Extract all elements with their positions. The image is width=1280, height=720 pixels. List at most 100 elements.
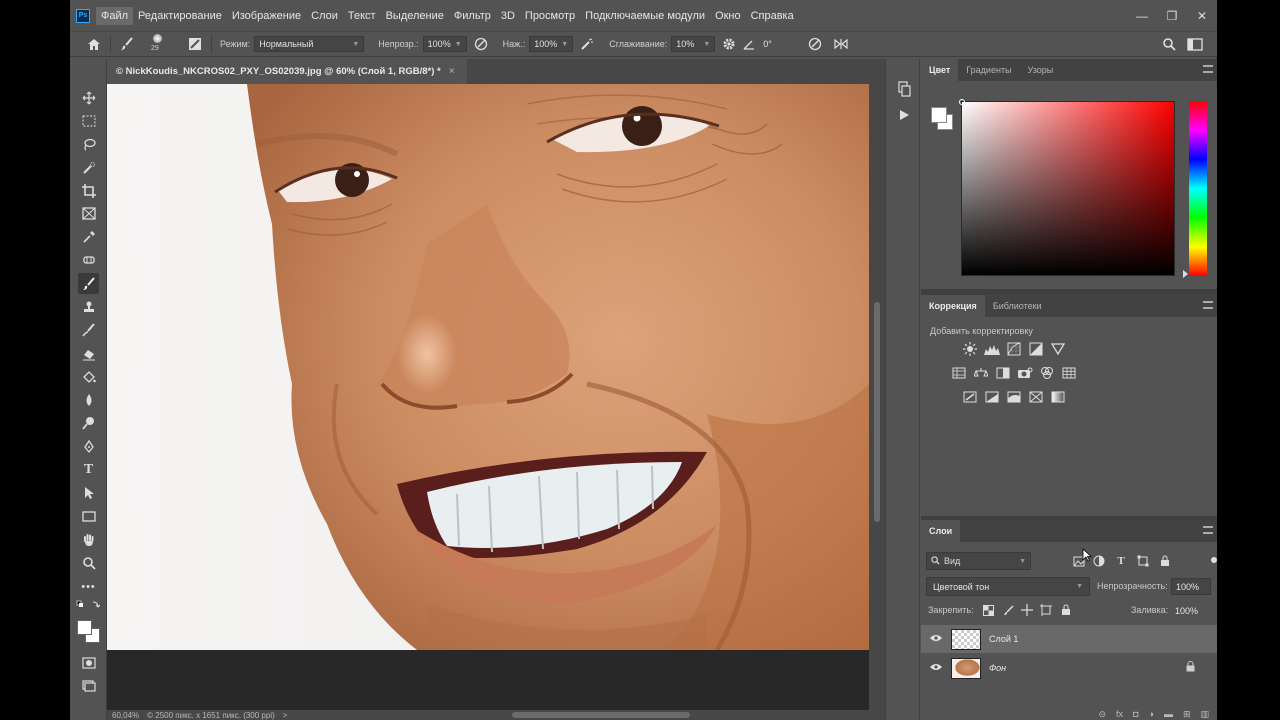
tab-layers[interactable]: Слои (921, 520, 961, 542)
foreground-color-swatch[interactable] (77, 620, 92, 635)
black-white-icon[interactable] (994, 364, 1012, 382)
menu-file[interactable]: Файл (96, 6, 134, 25)
search-icon[interactable] (1159, 34, 1179, 54)
link-icon[interactable]: ⊝ (1099, 709, 1107, 720)
tab-libraries[interactable]: Библиотеки (985, 295, 1050, 317)
marquee-tool-icon[interactable] (78, 110, 99, 131)
clone-stamp-tool-icon[interactable] (78, 296, 99, 317)
lock-icon[interactable] (1186, 661, 1195, 675)
symmetry-icon[interactable] (831, 34, 851, 54)
airbrush-icon[interactable] (577, 34, 597, 54)
layer-opacity-field[interactable]: 100% (1171, 578, 1211, 595)
pressure-opacity-icon[interactable] (471, 34, 491, 54)
menu-window[interactable]: Окно (710, 7, 746, 25)
move-tool-icon[interactable] (78, 87, 99, 108)
close-window-button[interactable]: ✕ (1187, 0, 1217, 31)
lasso-tool-icon[interactable] (78, 133, 99, 154)
eyedropper-tool-icon[interactable] (78, 226, 99, 247)
tab-color[interactable]: Цвет (921, 59, 959, 81)
screen-mode-icon[interactable] (78, 675, 99, 696)
home-icon[interactable] (84, 34, 104, 54)
blur-tool-icon[interactable] (78, 389, 99, 410)
frame-tool-icon[interactable] (78, 203, 99, 224)
canvas-area[interactable] (107, 84, 869, 710)
history-brush-tool-icon[interactable] (78, 319, 99, 340)
document-tab[interactable]: © NickKoudis_NKCROS02_PXY_OS02039.jpg @ … (107, 59, 467, 84)
layer-row-background[interactable]: Фон (921, 654, 1217, 682)
levels-icon[interactable] (983, 340, 1001, 358)
photo-canvas[interactable] (107, 84, 869, 650)
healing-brush-tool-icon[interactable] (78, 249, 99, 270)
path-selection-tool-icon[interactable] (78, 482, 99, 503)
selective-color-icon[interactable] (1027, 388, 1045, 406)
layer-row-layer1[interactable]: Слой 1 (921, 625, 1217, 653)
eye-icon[interactable] (929, 634, 943, 645)
opacity-field[interactable]: 100% ▼ (422, 36, 467, 52)
status-menu-arrow[interactable]: > (283, 711, 288, 720)
gradient-map-icon[interactable] (1049, 388, 1067, 406)
channel-mixer-icon[interactable] (1038, 364, 1056, 382)
lock-transparency-icon[interactable] (981, 603, 995, 617)
mask-icon[interactable]: ◘ (1133, 709, 1138, 720)
menu-filter[interactable]: Фильтр (449, 7, 496, 25)
layer-filter-select[interactable]: Вид ▼ (926, 552, 1031, 570)
brush-tool-preset-icon[interactable] (117, 34, 137, 54)
lock-position-icon[interactable] (1020, 603, 1034, 617)
crop-tool-icon[interactable] (78, 180, 99, 201)
menu-layer[interactable]: Слои (306, 7, 343, 25)
lock-pixels-icon[interactable] (1001, 603, 1015, 617)
panel-menu-icon[interactable] (1203, 301, 1213, 309)
smoothing-field[interactable]: 10% ▼ (671, 36, 716, 52)
menu-view[interactable]: Просмотр (520, 7, 580, 25)
workspace-icon[interactable] (1185, 34, 1205, 54)
horizontal-scroll-thumb[interactable] (512, 712, 690, 718)
close-tab-icon[interactable]: × (449, 66, 455, 77)
hue-saturation-icon[interactable] (950, 364, 968, 382)
tab-adjustments[interactable]: Коррекция (921, 295, 985, 317)
fill-field[interactable]: 100% (1171, 602, 1211, 619)
filter-toggle[interactable] (1211, 557, 1217, 563)
panel-menu-icon[interactable] (1203, 65, 1213, 73)
exposure-icon[interactable] (1027, 340, 1045, 358)
paint-bucket-tool-icon[interactable] (78, 366, 99, 387)
foreground-color-swatch[interactable] (931, 107, 947, 123)
posterize-icon[interactable] (983, 388, 1001, 406)
minimize-button[interactable]: — (1127, 0, 1157, 31)
invert-icon[interactable] (961, 388, 979, 406)
layer-name[interactable]: Слой 1 (989, 634, 1018, 644)
fx-icon[interactable]: fx (1116, 709, 1123, 720)
saturation-value-field[interactable] (959, 99, 1175, 276)
dodge-tool-icon[interactable] (78, 412, 99, 433)
restore-button[interactable]: ❐ (1157, 0, 1187, 31)
eye-icon[interactable] (929, 663, 943, 674)
lock-all-icon[interactable] (1059, 603, 1073, 617)
more-tools-icon[interactable]: ••• (78, 576, 99, 597)
menu-edit[interactable]: Редактирование (133, 7, 227, 25)
menu-select[interactable]: Выделение (381, 7, 449, 25)
menu-image[interactable]: Изображение (227, 7, 306, 25)
default-colors-icon[interactable] (76, 599, 100, 615)
color-lookup-icon[interactable] (1060, 364, 1078, 382)
eraser-tool-icon[interactable] (78, 343, 99, 364)
pressure-size-icon[interactable] (805, 34, 825, 54)
new-layer-icon[interactable]: ⊞ (1183, 709, 1191, 720)
tab-patterns[interactable]: Узоры (1020, 59, 1062, 81)
brush-size-picker[interactable]: 29 (145, 32, 185, 56)
filter-adjustment-layers-icon[interactable] (1091, 553, 1107, 569)
brush-tool-icon[interactable] (78, 273, 99, 294)
brightness-contrast-icon[interactable] (961, 340, 979, 358)
pressure-field[interactable]: 100% ▼ (529, 36, 574, 52)
rectangle-tool-icon[interactable] (78, 506, 99, 527)
curves-icon[interactable] (1005, 340, 1023, 358)
filter-smart-objects-icon[interactable] (1157, 553, 1173, 569)
color-picker-handle[interactable] (959, 99, 965, 105)
menu-help[interactable]: Справка (746, 7, 799, 25)
threshold-icon[interactable] (1005, 388, 1023, 406)
color-balance-icon[interactable] (972, 364, 990, 382)
adjustment-icon[interactable]: ◑ (1149, 709, 1154, 720)
panel-menu-icon[interactable] (1203, 526, 1213, 534)
filter-shape-layers-icon[interactable] (1135, 553, 1151, 569)
menu-plugins[interactable]: Подключаемые модули (580, 7, 710, 25)
zoom-tool-icon[interactable] (78, 552, 99, 573)
blend-mode-select[interactable]: Цветовой тон ▼ (926, 577, 1090, 596)
